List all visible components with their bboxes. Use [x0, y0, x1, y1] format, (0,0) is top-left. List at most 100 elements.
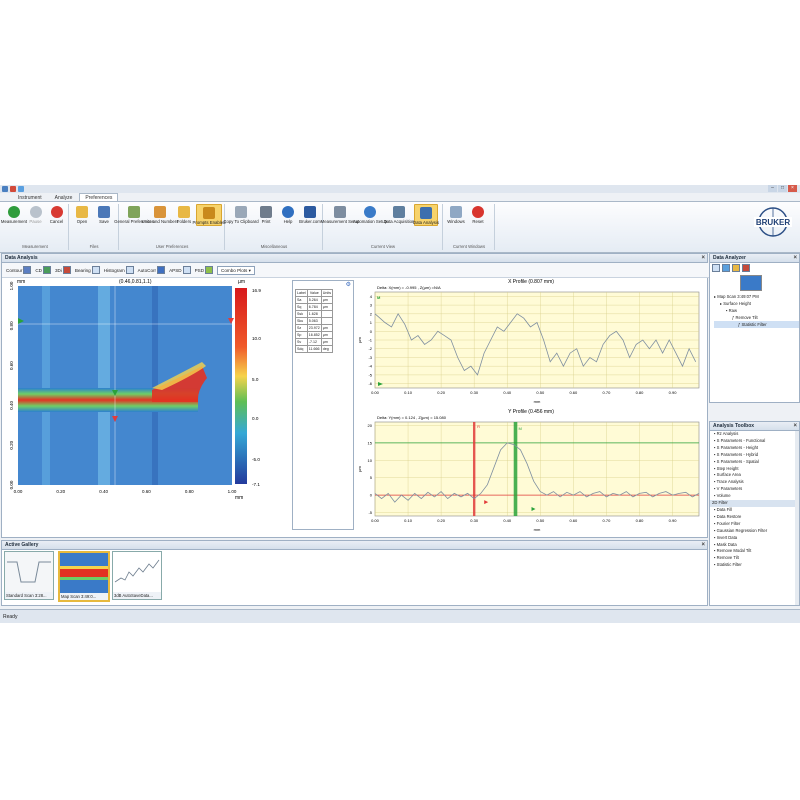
toolbox-item[interactable]: ▪ Remove Tilt	[710, 555, 799, 562]
x-tick: 0.90	[669, 390, 678, 395]
close-button[interactable]: ×	[788, 185, 797, 192]
toolbox-item[interactable]: ▪ S Parameters - Spatial	[710, 459, 799, 466]
folders-button[interactable]: Folders	[174, 204, 194, 226]
toolbox-item[interactable]: ▪ Rz Analysis	[710, 431, 799, 438]
close-icon[interactable]: ×	[701, 254, 705, 262]
gallery-thumb[interactable]: Map Scan 3:49:0...	[58, 551, 110, 602]
data-acquisition-button[interactable]: Data Acquisition	[384, 204, 414, 226]
parameter-row[interactable]: Sv -7.12 µm	[295, 338, 334, 346]
bearing-button[interactable]: Bearing	[75, 266, 100, 274]
parameter-cell: Sa	[295, 296, 308, 304]
toolbox-item[interactable]: ▪ S Parameters - Hybrid	[710, 452, 799, 459]
parameter-row[interactable]: Ssk 1.628	[295, 310, 334, 318]
toolbox-item[interactable]: ▪ Volume	[710, 493, 799, 500]
tree-node-raw[interactable]: ▪ Raw	[714, 307, 799, 314]
settings-icon[interactable]: ⚙	[346, 281, 351, 288]
colorbar	[235, 288, 247, 484]
map-y-axis: 1.00 0.80 0.60 0.40 0.20 0.00	[9, 281, 14, 489]
toolbox-item[interactable]: ▪ Gaussian Regression Filter	[710, 528, 799, 535]
toolbox-item[interactable]: ▪ S Parameters - Functional	[710, 438, 799, 445]
ribbon-group-user-preferences: General Preferences Units and Numbers Fo…	[114, 204, 225, 250]
toolbox-item[interactable]: ▪ Statistic Filter	[710, 562, 799, 569]
toolbox-item[interactable]: ▪ Surface Area	[710, 472, 799, 479]
toolbox-item[interactable]: ▪ Remove Modal Tilt	[710, 548, 799, 555]
print-button[interactable]: Print	[256, 204, 276, 224]
autocorr-button[interactable]: AutoCorr	[138, 266, 166, 274]
data-analysis-button[interactable]: Data Analysis	[413, 204, 439, 226]
psd-button[interactable]: PSD	[195, 266, 214, 274]
toolbox-item[interactable]: ▪ Data Restore	[710, 514, 799, 521]
tree-node-remove-tilt[interactable]: ƒ Remove Tilt	[714, 314, 799, 321]
prompts-enabled-button[interactable]: Prompts Enabled	[193, 204, 225, 226]
gallery-thumb[interactable]: 3dB AutoSaveData...	[112, 551, 162, 600]
parameter-row[interactable]: Sa 5.264 µm	[295, 296, 334, 304]
quick-access-icon[interactable]	[2, 186, 8, 192]
windows-button[interactable]: Windows	[446, 204, 466, 224]
map-x-unit: mm	[235, 495, 243, 501]
toolbox-item[interactable]: ▪ Trace Analysis	[710, 479, 799, 486]
apsd-icon	[182, 266, 191, 274]
toolbox-item[interactable]: ▪ Mask Data	[710, 542, 799, 549]
tree-node-statistic-filter[interactable]: ƒ Statistic Filter	[714, 321, 799, 328]
close-icon[interactable]: ×	[793, 254, 797, 262]
3di-button[interactable]: 3Di	[55, 266, 71, 274]
quick-access-icon[interactable]	[18, 186, 24, 192]
toolbox-item[interactable]: ▪ Invert Data	[710, 535, 799, 542]
parameter-row[interactable]: Sdq 11.666 deg	[295, 345, 334, 353]
copy-to-clipboard-button[interactable]: Copy To Clipboard	[223, 204, 259, 224]
pause-button[interactable]: Pause	[26, 204, 45, 224]
combo-plots-dropdown[interactable]: Combo Plots ▾	[217, 265, 255, 275]
toolbox-item[interactable]: ▪ S Parameters - Height	[710, 445, 799, 452]
save-button[interactable]: Save	[94, 204, 114, 224]
gallery-thumb[interactable]: Standard Scan 3:28...	[4, 551, 54, 600]
pause-icon	[29, 206, 42, 218]
coordinate-readout: (0.46,0.81,1.1)	[119, 279, 152, 285]
analyzer-tool-icon[interactable]	[712, 264, 720, 272]
parameter-cell: Sq	[295, 303, 308, 311]
toolbox-item[interactable]: ▪ V Parameters	[710, 486, 799, 493]
contour-button[interactable]: Contour	[6, 266, 32, 274]
automation-setup-button[interactable]: Automation Setup	[353, 204, 387, 226]
help-icon	[282, 206, 294, 218]
bruker-com-button[interactable]: Bruker.com	[299, 204, 321, 224]
apsd-button[interactable]: APSD	[169, 266, 191, 274]
tree-node-scan[interactable]: ▸ Map Scan 3:49:07 PM	[714, 293, 799, 300]
tree-node-surface-height[interactable]: ▸ Surface Height	[714, 300, 799, 307]
m-cursor[interactable]	[513, 422, 518, 516]
quick-access-icon[interactable]	[10, 186, 16, 192]
toolbox-item[interactable]: ▪ Fourier Filter	[710, 521, 799, 528]
open-button[interactable]: Open	[72, 204, 92, 224]
toolbox-scrollbar[interactable]	[795, 431, 799, 605]
x-tick: 0.50	[536, 518, 545, 523]
measurement-setup-button[interactable]: Measurement Setup	[321, 204, 359, 226]
units-and-numbers-button[interactable]: Units and Numbers	[142, 204, 178, 226]
status-bar: Ready	[0, 609, 800, 623]
delta-readout: Delta: Y(mm) = 0.124 , Z(µm) = 15.080	[377, 415, 447, 420]
close-icon[interactable]: ×	[701, 541, 705, 549]
analyzer-tool-icon[interactable]	[742, 264, 750, 272]
r-cursor[interactable]	[472, 422, 476, 516]
parameter-row[interactable]: Sz 23.972 µm	[295, 324, 334, 332]
cd-button[interactable]: CD	[35, 266, 51, 274]
minimize-button[interactable]: –	[768, 185, 777, 192]
reset-button[interactable]: Reset	[468, 204, 488, 224]
toolbox-item[interactable]: ▪ Step Height	[710, 466, 799, 473]
cancel-button[interactable]: Cancel	[47, 204, 66, 224]
parameter-row[interactable]: Sku 5.063	[295, 317, 334, 325]
maximize-button[interactable]: □	[778, 185, 787, 192]
scan-thumbnail[interactable]	[740, 275, 762, 291]
analyzer-tool-icon[interactable]	[732, 264, 740, 272]
toolbox-group-header[interactable]: 2D Filter	[710, 500, 799, 507]
parameter-row[interactable]: Sp 16.852 µm	[295, 331, 334, 339]
parameter-cell: 1.628	[306, 310, 322, 318]
toolbox-item[interactable]: ▪ Data Fill	[710, 507, 799, 514]
help-button[interactable]: Help	[278, 204, 298, 224]
measurement-button[interactable]: Measurement	[1, 204, 27, 224]
parameter-row[interactable]: Sq 6.784 µm	[295, 303, 334, 311]
close-icon[interactable]: ×	[793, 422, 797, 430]
histogram-button[interactable]: Histogram	[104, 266, 134, 274]
plot-area[interactable]	[374, 421, 700, 517]
y-tick: 20	[368, 423, 373, 428]
cd-icon	[42, 266, 51, 274]
analyzer-tool-icon[interactable]	[722, 264, 730, 272]
